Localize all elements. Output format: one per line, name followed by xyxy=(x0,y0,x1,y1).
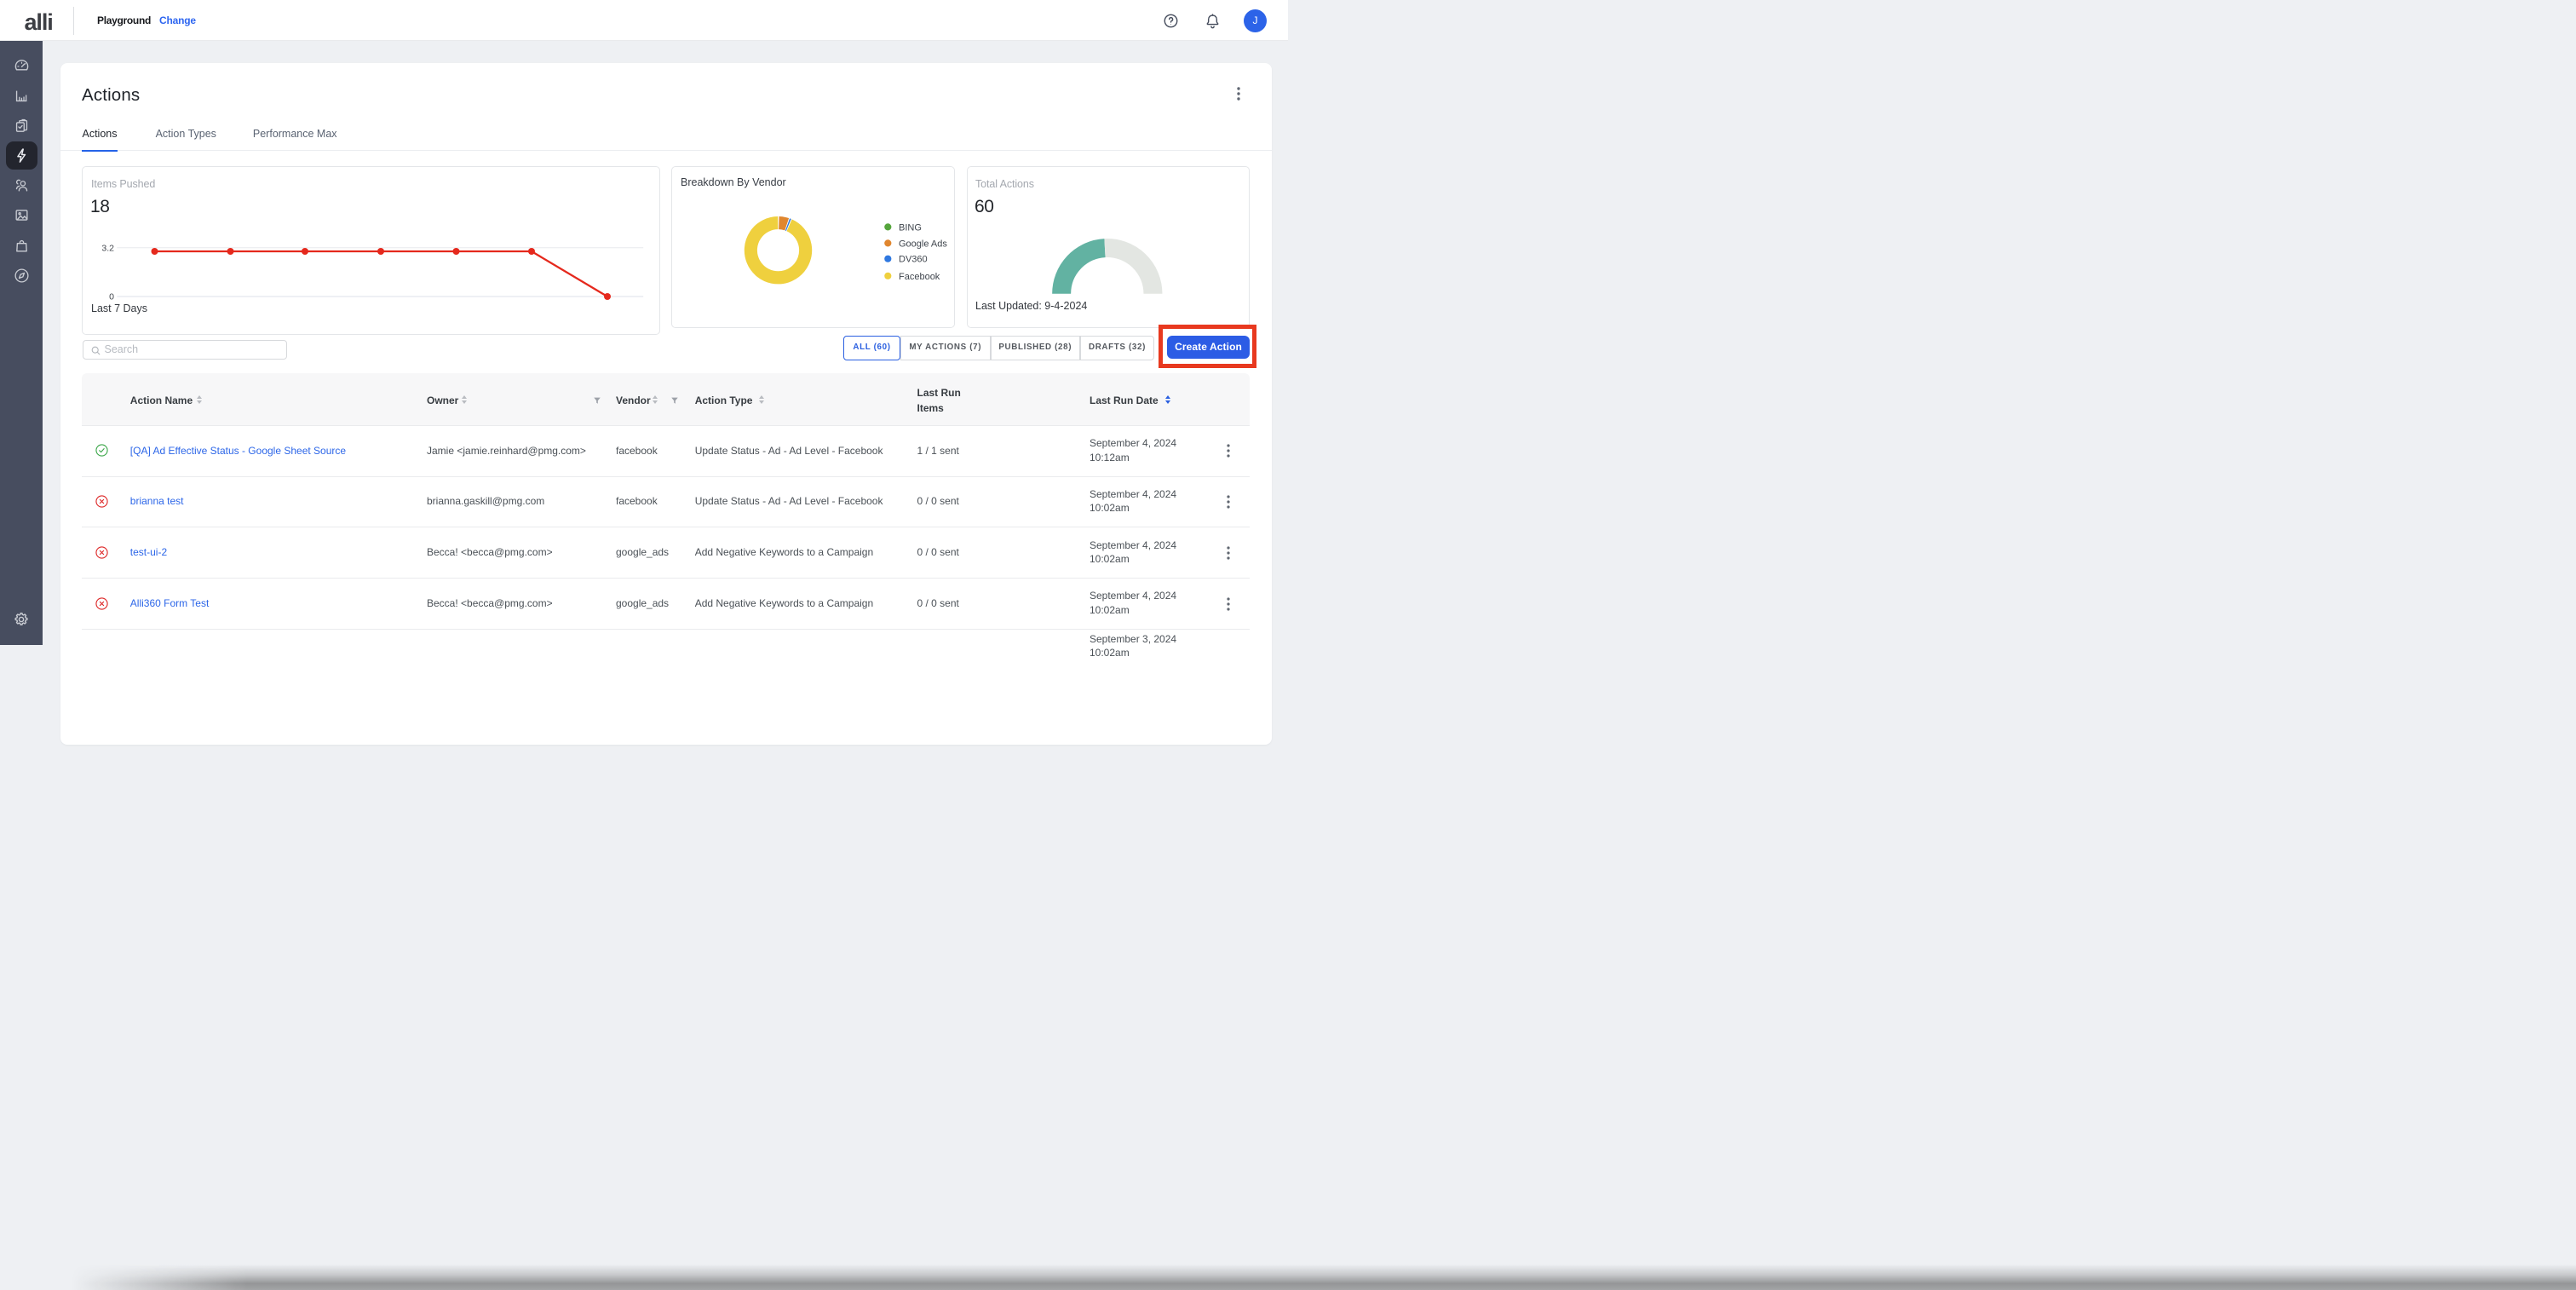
svg-text:BING: BING xyxy=(899,222,922,233)
svg-text:3.2: 3.2 xyxy=(101,244,114,254)
svg-text:DV360: DV360 xyxy=(899,255,928,265)
svg-text:0: 0 xyxy=(109,292,114,302)
svg-text:Google Ads: Google Ads xyxy=(899,239,947,249)
svg-text:Facebook: Facebook xyxy=(899,272,940,282)
